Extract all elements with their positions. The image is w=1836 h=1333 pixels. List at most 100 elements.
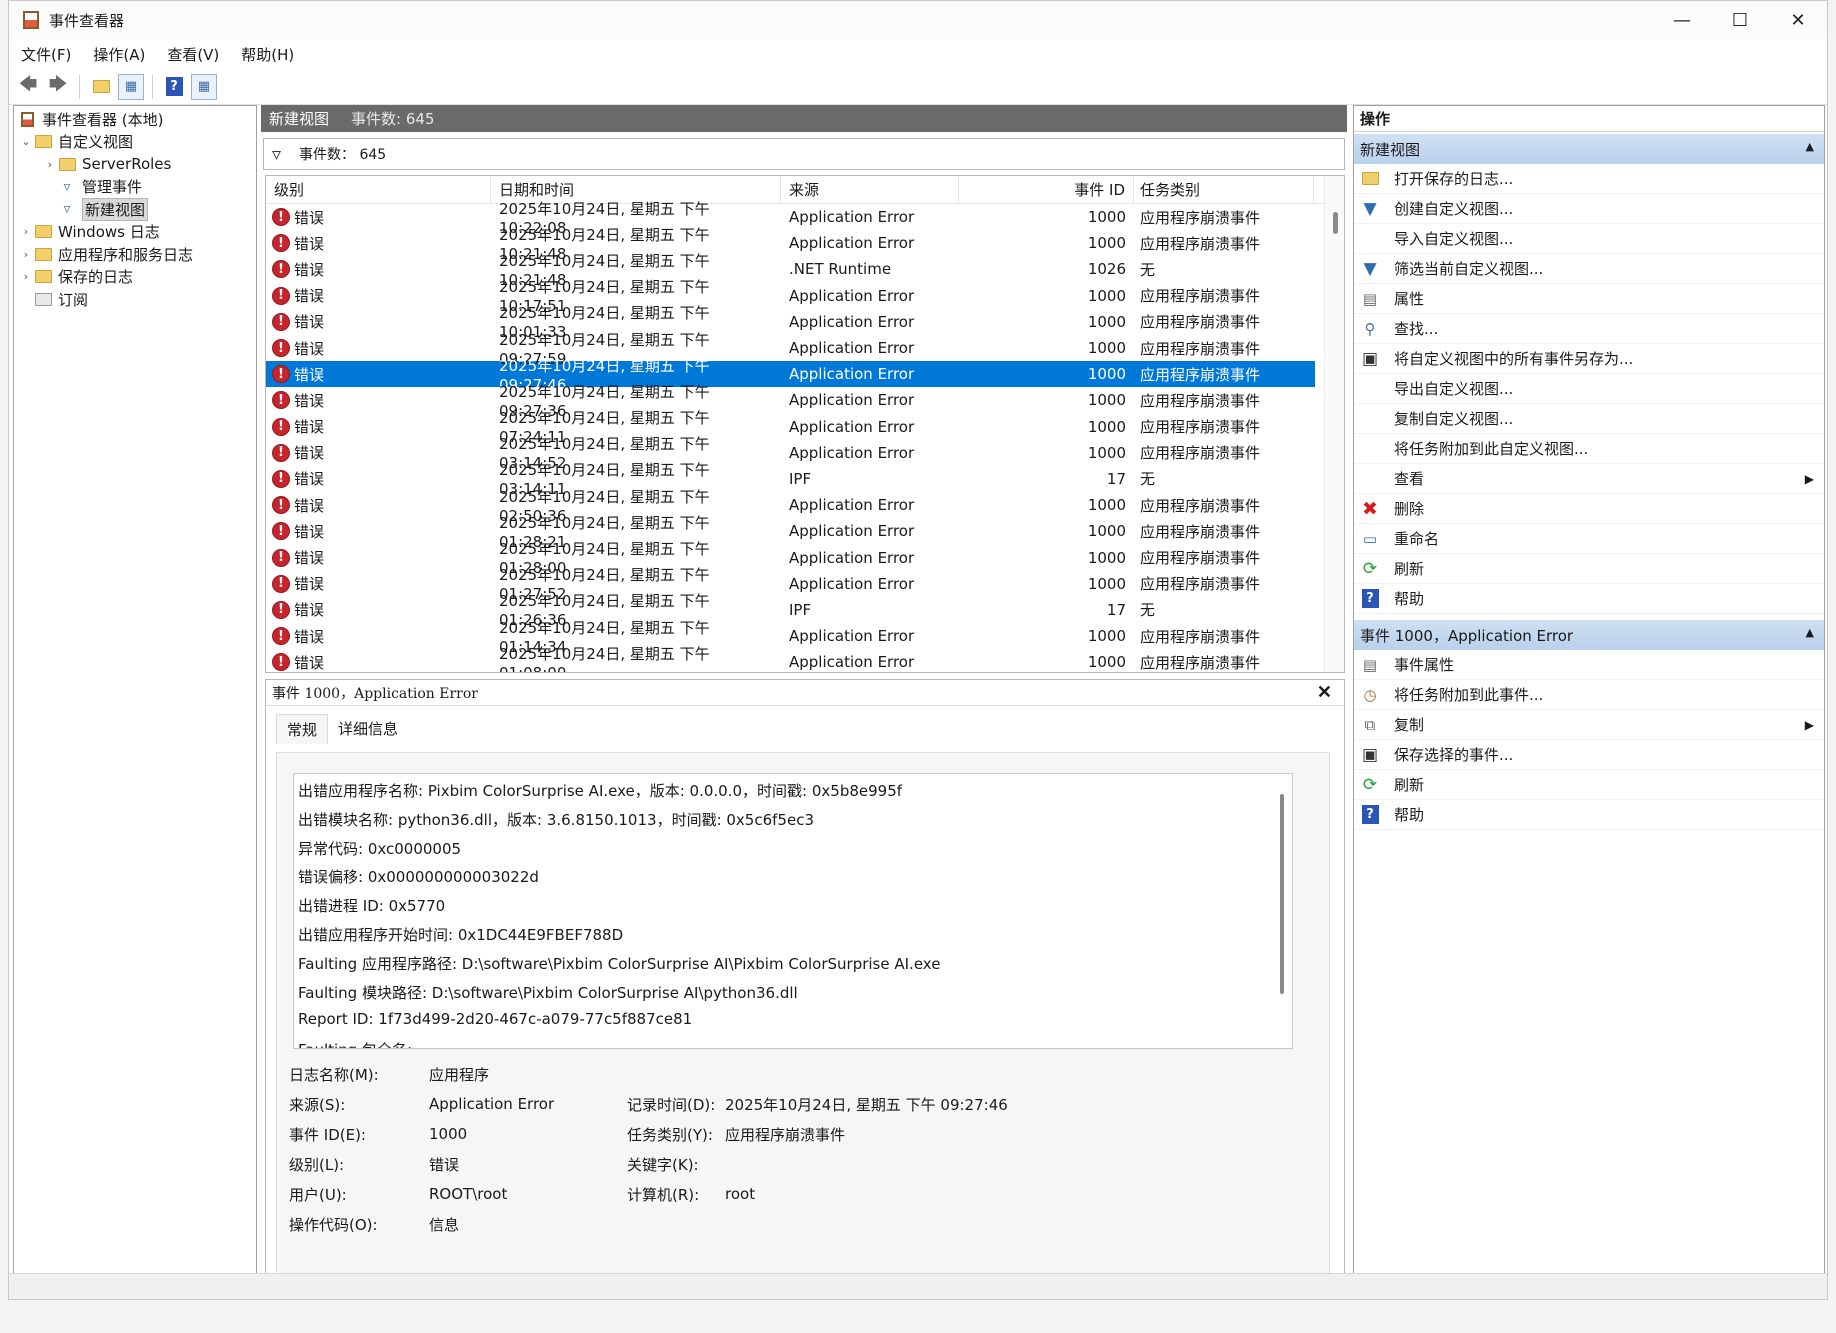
view-event-count: 事件数: 645	[351, 110, 435, 128]
back-arrow-icon[interactable]: 🡄	[15, 74, 41, 100]
cell-level: 错误	[294, 260, 325, 279]
table-row[interactable]: ! 错误 2025年10月24日, 星期五 下午 01:26:36 IPF 17 无	[266, 592, 1315, 629]
scrollbar-thumb[interactable]	[1333, 212, 1338, 234]
cell-task-category: 应用程序崩溃事件	[1140, 575, 1261, 594]
cell-task-category: 应用程序崩溃事件	[1140, 234, 1261, 253]
action-item[interactable]: ▼ 创建自定义视图...	[1354, 194, 1824, 224]
close-icon[interactable]: ✕	[1317, 682, 1332, 703]
description-scrollbar[interactable]	[1280, 794, 1284, 994]
table-row[interactable]: ! 错误 2025年10月24日, 星期五 下午 01:28:00 Applicati…	[266, 540, 1315, 577]
table-row[interactable]: ! 错误 2025年10月24日, 星期五 下午 10:22:08 Applicati…	[266, 200, 1315, 237]
cell-event-id: 1000	[1087, 653, 1126, 672]
filter-icon: ▼	[1363, 198, 1377, 219]
action-item[interactable]: ? 帮助	[1354, 584, 1824, 614]
event-description[interactable]: 出错应用程序名称: Pixbim ColorSurprise AI.exe，版本…	[293, 773, 1293, 1049]
tree-item-subscriptions[interactable]: 订阅	[14, 288, 256, 311]
table-row[interactable]: ! 错误 2025年10月24日, 星期五 下午 10:21:48 .NET Runt…	[266, 252, 1315, 289]
action-item[interactable]: ▣ 保存选择的事件...	[1354, 740, 1824, 770]
error-icon: !	[272, 260, 290, 279]
forward-arrow-icon[interactable]: 🡆	[45, 74, 71, 100]
action-item[interactable]: 查看 ▶	[1354, 464, 1824, 494]
action-item[interactable]: ▤ 属性	[1354, 284, 1824, 314]
action-item[interactable]: 复制自定义视图...	[1354, 404, 1824, 434]
collapse-up-icon[interactable]: ▲	[1806, 626, 1814, 639]
table-row[interactable]: ! 错误 2025年10月24日, 星期五 下午 09:27:59 Applicati…	[266, 331, 1315, 368]
chevron-right-icon[interactable]: ›	[18, 225, 34, 238]
menu-file[interactable]: 文件(F)	[21, 44, 71, 65]
error-icon: !	[272, 234, 290, 253]
table-row[interactable]: ! 错误 2025年10月24日, 星期五 下午 07:24:11 Applicati…	[266, 409, 1315, 446]
section-new-view[interactable]: 新建视图 ▲	[1354, 134, 1824, 164]
column-task-category[interactable]: 任务类别	[1134, 176, 1314, 204]
cell-level: 错误	[294, 287, 325, 306]
action-item[interactable]: ▭ 重命名	[1354, 524, 1824, 554]
show-hide-tree-icon[interactable]: ▦	[118, 73, 144, 100]
column-event-id[interactable]: 事件 ID	[959, 176, 1134, 204]
menu-action[interactable]: 操作(A)	[93, 44, 145, 65]
action-item[interactable]: ⚲ 查找...	[1354, 314, 1824, 344]
table-row[interactable]: ! 错误 2025年10月24日, 星期五 下午 01:08:00 Applicati…	[266, 645, 1315, 672]
error-icon: !	[272, 391, 290, 410]
action-item[interactable]: ? 帮助	[1354, 800, 1824, 830]
action-item[interactable]: 打开保存的日志...	[1354, 164, 1824, 194]
action-item[interactable]: ▼ 筛选当前自定义视图...	[1354, 254, 1824, 284]
cell-level: 错误	[294, 627, 325, 646]
menu-help[interactable]: 帮助(H)	[241, 44, 294, 65]
chevron-right-icon[interactable]: ›	[42, 158, 58, 171]
tree-item-saved-logs[interactable]: › 保存的日志	[14, 266, 256, 289]
section-event[interactable]: 事件 1000，Application Error ▲	[1354, 620, 1824, 650]
table-row[interactable]: ! 错误 2025年10月24日, 星期五 下午 01:27:52 Applicati…	[266, 566, 1315, 603]
up-folder-icon[interactable]	[88, 74, 114, 100]
action-item[interactable]: ✖ 删除	[1354, 494, 1824, 524]
cell-event-id: 1000	[1087, 365, 1126, 384]
tree-item-root[interactable]: 事件查看器 (本地)	[14, 108, 256, 131]
table-row[interactable]: ! 错误 2025年10月24日, 星期五 下午 03:14:52 Applicati…	[266, 435, 1315, 472]
tab-details[interactable]: 详细信息	[328, 714, 408, 744]
action-item[interactable]: 导入自定义视图...	[1354, 224, 1824, 254]
table-row[interactable]: ! 错误 2025年10月24日, 星期五 下午 03:14:11 IPF 17 无	[266, 461, 1315, 498]
tree-item-custom-views[interactable]: ⌄ 自定义视图	[14, 131, 256, 154]
table-row[interactable]: ! 错误 2025年10月24日, 星期五 下午 10:01:33 Applicati…	[266, 304, 1315, 341]
table-row[interactable]: ! 错误 2025年10月24日, 星期五 下午 10:21:48 Applicati…	[266, 226, 1315, 263]
desc-line: Faulting 应用程序路径: D:\software\Pixbim Colo…	[298, 954, 941, 973]
table-row[interactable]: ! 错误 2025年10月24日, 星期五 下午 01:14:34 Applicati…	[266, 619, 1315, 656]
tree-item-new-view[interactable]: ▿ 新建视图	[14, 197, 256, 221]
close-button[interactable]: ✕	[1769, 1, 1827, 39]
table-row[interactable]: ! 错误 2025年10月24日, 星期五 下午 01:28:21 Applicati…	[266, 514, 1315, 551]
help-icon[interactable]: ?	[161, 74, 187, 100]
tree-item-admin-events[interactable]: ▿ 管理事件	[14, 176, 256, 199]
error-icon: !	[272, 469, 290, 488]
tree-item-server-roles[interactable]: › ServerRoles	[14, 153, 256, 176]
tab-general[interactable]: 常规	[276, 714, 329, 744]
column-level[interactable]: 级别	[266, 176, 491, 204]
action-item[interactable]: 将任务附加到此自定义视图...	[1354, 434, 1824, 464]
minimize-button[interactable]: —	[1653, 1, 1711, 39]
show-hide-action-pane-icon[interactable]: ▦	[191, 73, 217, 100]
action-item[interactable]: ▣ 将自定义视图中的所有事件另存为...	[1354, 344, 1824, 374]
tree-item-app-service-logs[interactable]: › 应用程序和服务日志	[14, 243, 256, 266]
cell-level: 错误	[294, 365, 325, 384]
chevron-down-icon[interactable]: ⌄	[18, 135, 34, 148]
grid-header: 级别 日期和时间 来源 事件 ID 任务类别	[266, 176, 1344, 204]
maximize-button[interactable]: ☐	[1711, 1, 1769, 39]
action-item[interactable]: ◷ 将任务附加到此事件...	[1354, 680, 1824, 710]
tree-item-windows-logs[interactable]: › Windows 日志	[14, 221, 256, 244]
desc-line: 出错应用程序名称: Pixbim ColorSurprise AI.exe，版本…	[298, 782, 903, 800]
collapse-up-icon[interactable]: ▲	[1806, 140, 1814, 153]
table-row[interactable]: ! 错误 2025年10月24日, 星期五 下午 10:17:51 Applicati…	[266, 278, 1315, 315]
action-item[interactable]: 导出自定义视图...	[1354, 374, 1824, 404]
action-item[interactable]: ▤ 事件属性	[1354, 650, 1824, 680]
chevron-right-icon[interactable]: ›	[18, 248, 34, 261]
action-item[interactable]: ⧉ 复制 ▶	[1354, 710, 1824, 740]
action-item[interactable]: ⟳ 刷新	[1354, 554, 1824, 584]
action-label: 事件属性	[1394, 656, 1455, 674]
menu-view[interactable]: 查看(V)	[167, 44, 219, 65]
action-item[interactable]: ⟳ 刷新	[1354, 770, 1824, 800]
table-row[interactable]: ! 错误 2025年10月24日, 星期五 下午 02:50:36 Applicati…	[266, 488, 1315, 525]
table-row[interactable]: ! 错误 2025年10月24日, 星期五 下午 09:27:46 Applicati…	[266, 357, 1315, 394]
table-row[interactable]: ! 错误 2025年10月24日, 星期五 下午 09:27:36 Applicati…	[266, 383, 1315, 420]
event-properties: 日志名称(M): 应用程序 来源(S): Application Error 记…	[289, 1059, 1289, 1239]
chevron-right-icon[interactable]: ›	[18, 270, 34, 283]
grid-scrollbar[interactable]	[1324, 176, 1344, 672]
column-source[interactable]: 来源	[781, 176, 959, 204]
